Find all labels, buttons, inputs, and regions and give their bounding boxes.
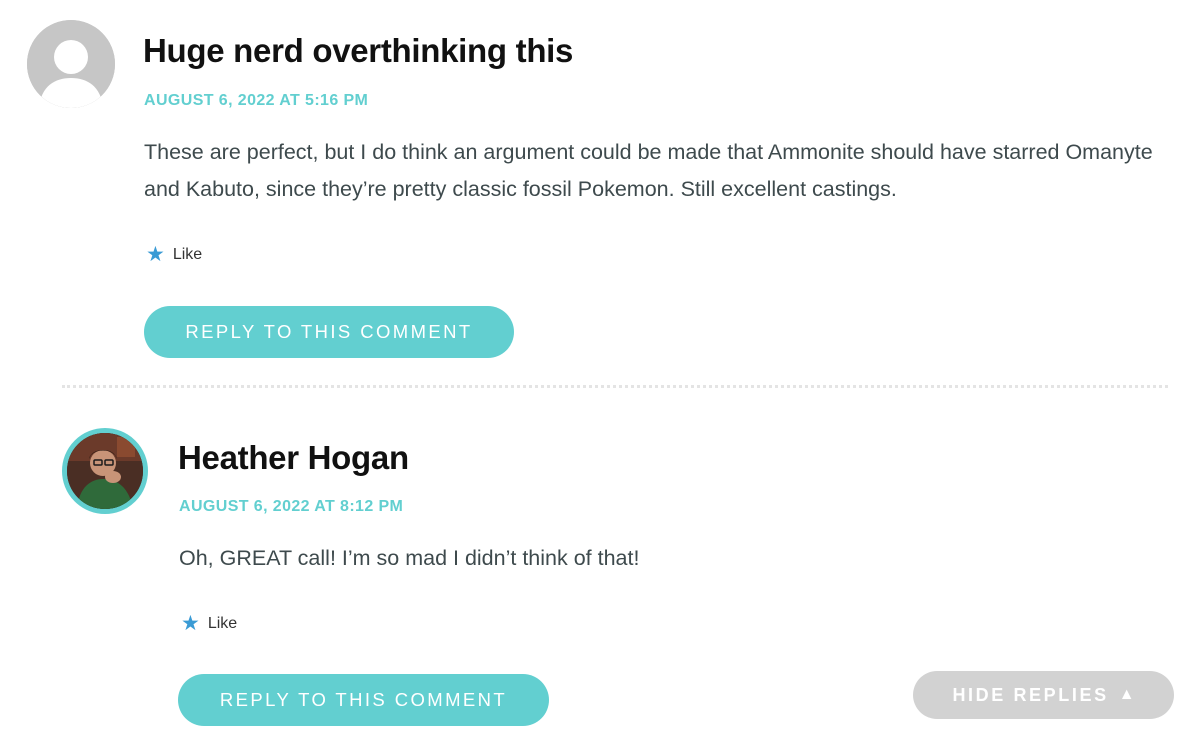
hide-replies-label: HIDE REPLIES [952, 684, 1109, 705]
comment-body: These are perfect, but I do think an arg… [144, 140, 1153, 201]
user-avatar-photo [62, 428, 148, 514]
comment-author-name[interactable]: Huge nerd overthinking this [143, 32, 573, 70]
like-button[interactable]: ★ Like [146, 244, 202, 265]
comments-section: Huge nerd overthinking this AUGUST 6, 20… [0, 0, 1200, 745]
triangle-up-icon: ▲ [1118, 686, 1135, 703]
comment-date-link[interactable]: AUGUST 6, 2022 AT 5:16 PM [144, 92, 368, 110]
comment-divider [62, 385, 1168, 388]
profile-photo [67, 433, 143, 509]
person-silhouette-icon [27, 20, 115, 108]
comment-author-name[interactable]: Heather Hogan [178, 439, 409, 477]
like-label: Like [207, 614, 238, 632]
star-icon: ★ [181, 612, 200, 635]
default-avatar [27, 20, 115, 108]
like-label: Like [172, 245, 203, 263]
comment-body: Oh, GREAT call! I’m so mad I didn’t thin… [179, 546, 640, 570]
star-icon: ★ [146, 243, 165, 266]
reply-button[interactable]: REPLY TO THIS COMMENT [178, 674, 549, 726]
comment-date-link[interactable]: AUGUST 6, 2022 AT 8:12 PM [179, 498, 403, 516]
reply-button[interactable]: REPLY TO THIS COMMENT [144, 306, 514, 358]
like-button[interactable]: ★ Like [181, 613, 237, 634]
hide-replies-button[interactable]: HIDE REPLIES ▲ [913, 671, 1174, 719]
